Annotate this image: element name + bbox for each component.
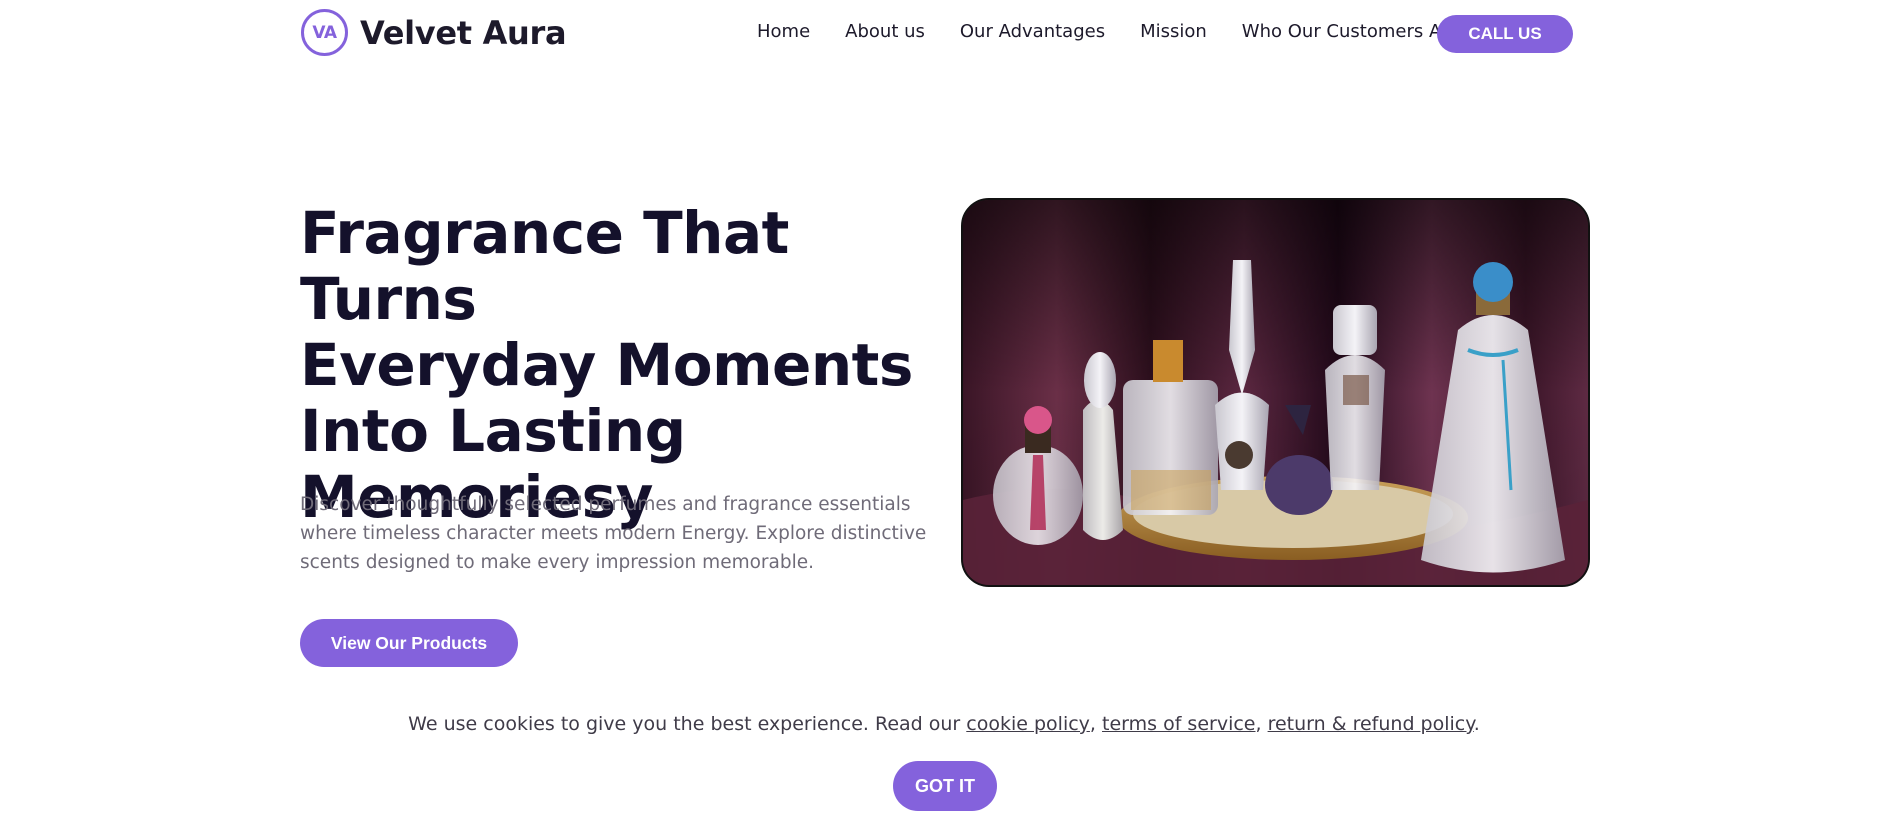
refund-policy-link[interactable]: return & refund policy <box>1268 713 1474 735</box>
main-nav: Home About us Our Advantages Mission Who… <box>757 21 1494 42</box>
call-us-button[interactable]: CALL US <box>1437 15 1573 53</box>
nav-advantages-link[interactable]: Our Advantages <box>960 21 1105 42</box>
brand-name: Velvet Aura <box>360 13 567 52</box>
got-it-button[interactable]: GOT IT <box>893 761 997 811</box>
logo-mark-icon: VA <box>301 9 348 56</box>
nav-mission-link[interactable]: Mission <box>1140 21 1207 42</box>
brand-logo[interactable]: VA Velvet Aura <box>301 9 567 56</box>
hero-title-line-3: Into Lasting <box>300 397 686 465</box>
cookie-period: . <box>1473 713 1480 735</box>
hero-description: Discover thoughtfully selected perfumes … <box>300 494 927 573</box>
hero-title: Fragrance That Turns Everyday Moments In… <box>300 200 940 530</box>
cookie-separator: , <box>1255 713 1268 735</box>
cookie-separator: , <box>1089 713 1103 735</box>
nav-customers-link[interactable]: Who Our Customers Are <box>1242 21 1460 42</box>
view-products-button[interactable]: View Our Products <box>300 619 518 667</box>
hero-title-line-2: Everyday Moments <box>300 331 913 399</box>
cookie-banner: We use cookies to give you the best expe… <box>0 713 1888 735</box>
terms-of-service-link[interactable]: terms of service <box>1102 713 1255 735</box>
cookie-text: We use cookies to give you the best expe… <box>408 713 967 735</box>
site-header: VA Velvet Aura Home About us Our Advanta… <box>0 0 1888 70</box>
cookie-policy-link[interactable]: cookie policy <box>966 713 1090 735</box>
hero-title-line-1: Fragrance That Turns <box>300 199 789 333</box>
nav-about-link[interactable]: About us <box>845 21 925 42</box>
nav-home-link[interactable]: Home <box>757 21 810 42</box>
perfume-bottles-image <box>961 198 1590 587</box>
